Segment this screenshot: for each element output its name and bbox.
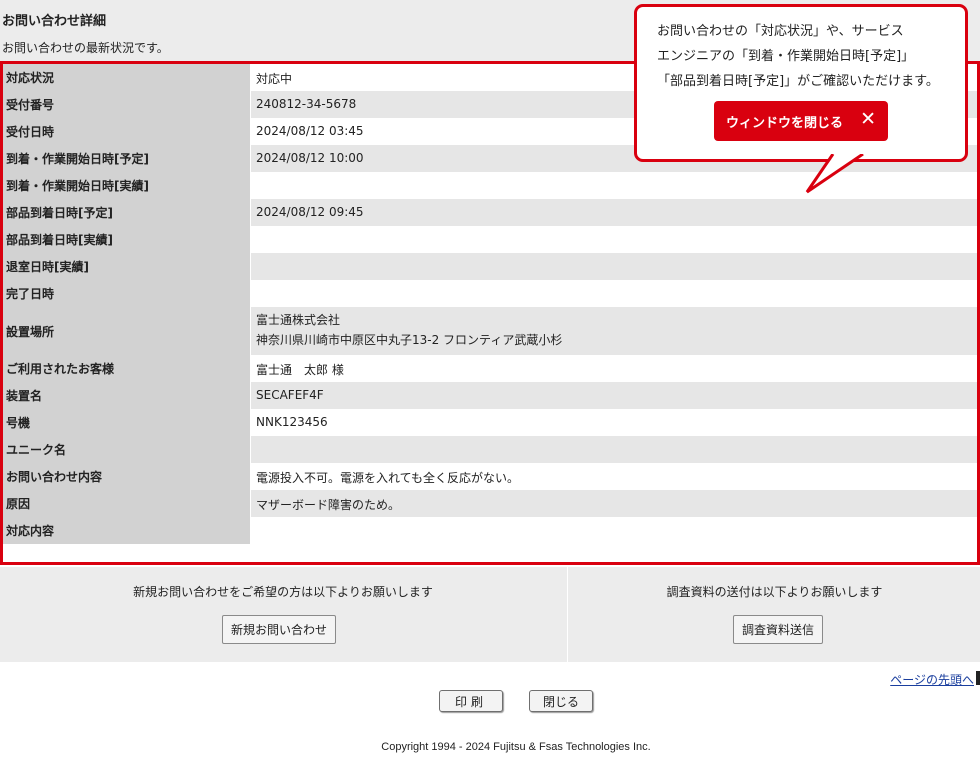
send-material-panel: 調査資料の送付は以下よりお願いします 調査資料送信 — [567, 567, 980, 662]
detail-row-location: 設置場所 富士通株式会社神奈川県川崎市中原区中丸子13-2 フロンティア武蔵小杉 — [3, 307, 977, 355]
action-panels: 新規お問い合わせをご希望の方は以下よりお願いします 新規お問い合わせ 調査資料の… — [0, 567, 980, 662]
detail-value: NNK123456 — [250, 409, 977, 436]
detail-label: 完了日時 — [3, 280, 251, 307]
detail-label: ユニーク名 — [3, 436, 251, 463]
help-callout: お問い合わせの「対応状況」や、サービス エンジニアの「到着・作業開始日時[予定]… — [634, 4, 968, 162]
detail-label: 部品到着日時[実績] — [3, 226, 251, 253]
detail-row-customer: ご利用されたお客様 富士通 太郎 様 — [3, 355, 977, 382]
detail-label: 対応内容 — [3, 517, 251, 544]
detail-value — [250, 517, 977, 544]
detail-row-response: 対応内容 — [3, 517, 977, 544]
detail-label: 受付番号 — [3, 91, 251, 118]
new-inquiry-panel: 新規お問い合わせをご希望の方は以下よりお願いします 新規お問い合わせ — [0, 567, 566, 662]
detail-label: 設置場所 — [3, 307, 251, 355]
close-window-label: ウィンドウを閉じる — [726, 115, 844, 131]
detail-label: 到着・作業開始日時[実績] — [3, 172, 251, 199]
detail-label: 装置名 — [3, 382, 251, 409]
detail-value — [250, 226, 977, 253]
detail-value — [250, 280, 977, 307]
close-window-button[interactable]: ウィンドウを閉じる ✕ — [714, 101, 888, 141]
detail-value: マザーボード障害のため。 — [250, 490, 977, 517]
detail-row-inquiry-content: お問い合わせ内容 電源投入不可。電源を入れても全く反応がない。 — [3, 463, 977, 490]
location-address: 神奈川県川崎市中原区中丸子13-2 フロンティア武蔵小杉 — [256, 333, 563, 347]
detail-row-parts-actual: 部品到着日時[実績] — [3, 226, 977, 253]
send-material-button[interactable]: 調査資料送信 — [732, 615, 824, 644]
detail-value — [250, 436, 977, 463]
page-top-marker-icon — [976, 671, 980, 685]
copyright: Copyright 1994 - 2024 Fujitsu & Fsas Tec… — [381, 741, 651, 753]
callout-line: お問い合わせの「対応状況」や、サービス — [657, 24, 904, 39]
detail-row-completed: 完了日時 — [3, 280, 977, 307]
detail-value: 富士通 太郎 様 — [250, 355, 977, 382]
detail-label: 受付日時 — [3, 118, 251, 145]
detail-label: 部品到着日時[予定] — [3, 199, 251, 226]
detail-row-machine-number: 号機 NNK123456 — [3, 409, 977, 436]
print-button[interactable]: 印刷 — [439, 690, 503, 712]
close-button[interactable]: 閉じる — [529, 690, 593, 712]
detail-row-device-name: 装置名 SECAFEF4F — [3, 382, 977, 409]
send-material-text: 調査資料の送付は以下よりお願いします — [666, 585, 883, 599]
detail-row-exit-actual: 退室日時[実績] — [3, 253, 977, 280]
page-top-link[interactable]: ページの先頭へ — [890, 671, 974, 688]
detail-row-cause: 原因 マザーボード障害のため。 — [3, 490, 977, 517]
close-icon: ✕ — [860, 108, 876, 130]
detail-label: 対応状況 — [3, 64, 251, 91]
detail-value: 富士通株式会社神奈川県川崎市中原区中丸子13-2 フロンティア武蔵小杉 — [250, 307, 977, 355]
detail-value: 2024/08/12 09:45 — [250, 199, 977, 226]
callout-tail — [805, 154, 864, 194]
detail-label: 号機 — [3, 409, 251, 436]
callout-text: お問い合わせの「対応状況」や、サービス エンジニアの「到着・作業開始日時[予定]… — [657, 19, 957, 94]
detail-label: 退室日時[実績] — [3, 253, 251, 280]
detail-row-parts-planned: 部品到着日時[予定] 2024/08/12 09:45 — [3, 199, 977, 226]
new-inquiry-button[interactable]: 新規お問い合わせ — [221, 615, 337, 644]
detail-label: ご利用されたお客様 — [3, 355, 251, 382]
detail-label: 原因 — [3, 490, 251, 517]
page-subtitle: お問い合わせの最新状況です。 — [2, 41, 169, 55]
callout-line: 「部品到着日時[予定]」がご確認いただけます。 — [657, 74, 939, 89]
detail-value: 電源投入不可。電源を入れても全く反応がない。 — [250, 463, 977, 490]
callout-line: エンジニアの「到着・作業開始日時[予定]」 — [657, 49, 915, 64]
detail-value — [250, 253, 977, 280]
detail-label: お問い合わせ内容 — [3, 463, 251, 490]
detail-label: 到着・作業開始日時[予定] — [3, 145, 251, 172]
new-inquiry-text: 新規お問い合わせをご希望の方は以下よりお願いします — [133, 585, 433, 599]
detail-row-unique-name: ユニーク名 — [3, 436, 977, 463]
detail-value: SECAFEF4F — [250, 382, 977, 409]
page-title: お問い合わせ詳細 — [2, 14, 107, 29]
location-company: 富士通株式会社 — [256, 313, 341, 327]
